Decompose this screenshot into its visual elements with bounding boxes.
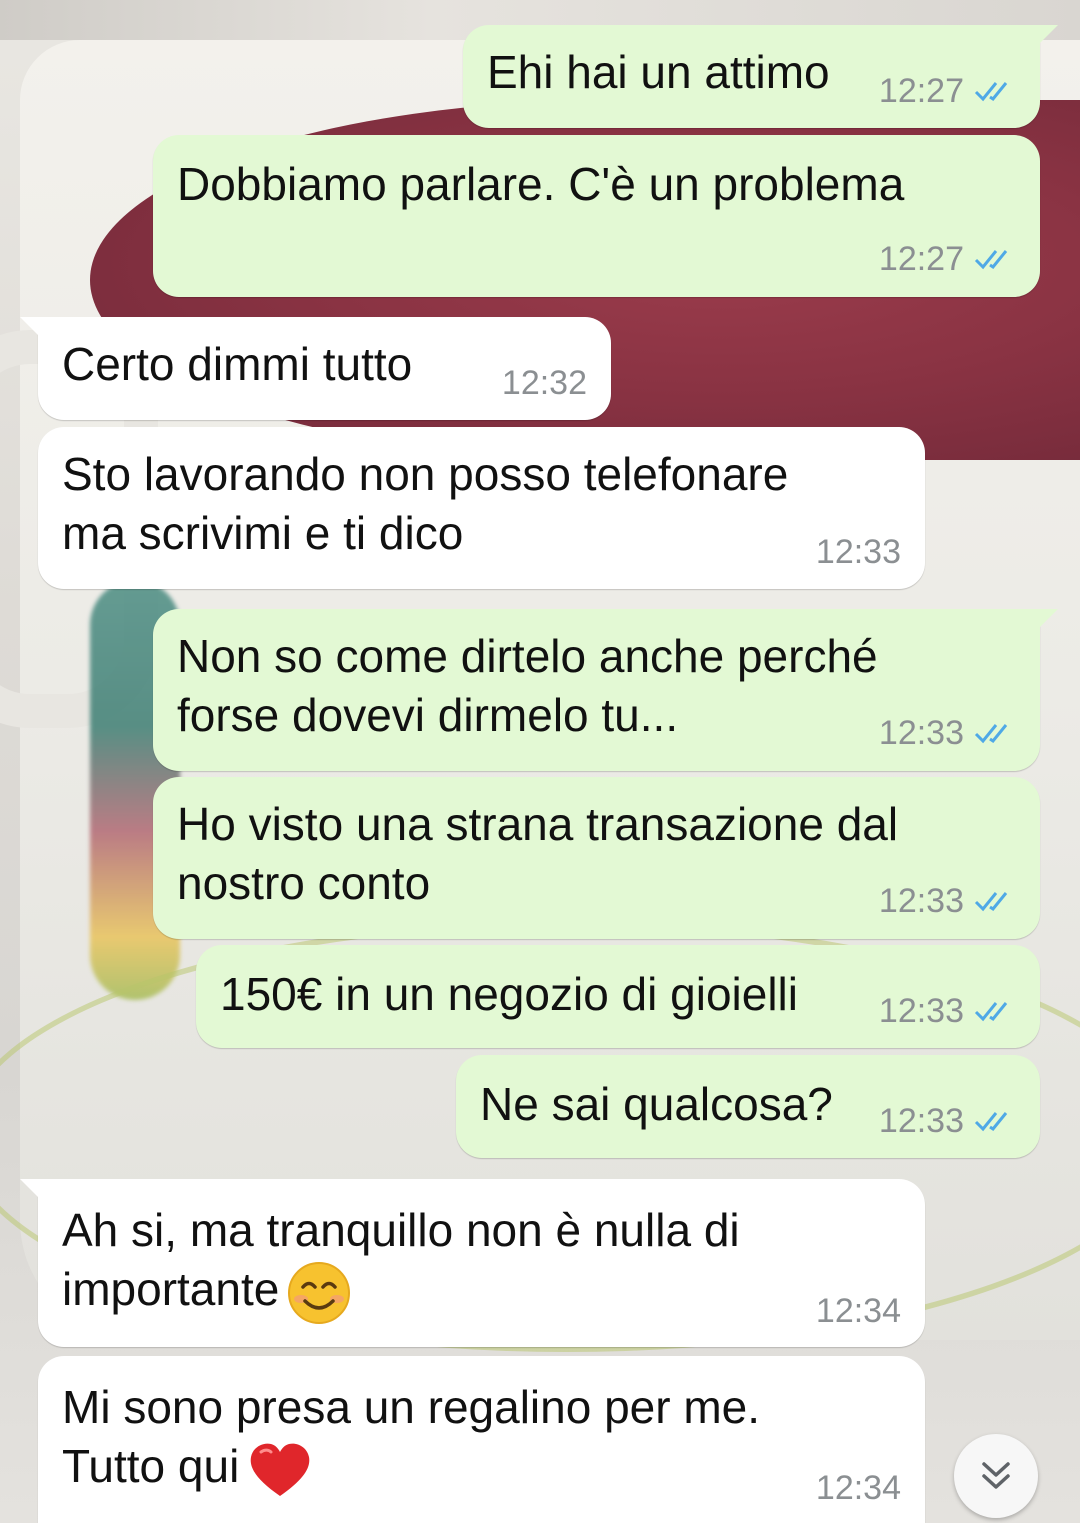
message-text: Ne sai qualcosa? <box>480 1078 833 1130</box>
message-time: 12:32 <box>501 364 587 402</box>
message-text: Ho visto una strana transazione dal nost… <box>177 798 899 909</box>
message-text: 150€ in un negozio di gioielli <box>220 968 798 1020</box>
message-time: 12:33 <box>878 882 964 920</box>
message-bubble-outgoing[interactable]: 150€ in un negozio di gioielli 12:33 <box>196 945 1040 1048</box>
message-meta: 12:27 <box>879 71 1018 111</box>
message-bubble-outgoing[interactable]: Ho visto una strana transazione dal nost… <box>153 777 1040 939</box>
message-time: 12:33 <box>878 1102 964 1140</box>
message-text: Mi sono presa un regalino per me. Tutto … <box>62 1378 760 1500</box>
message-bubble-outgoing[interactable]: Dobbiamo parlare. C'è un problema 12:27 <box>153 135 1040 297</box>
message-text: Ehi hai un attimo <box>487 46 830 98</box>
message-time: 12:33 <box>878 714 964 752</box>
message-time: 12:27 <box>878 240 964 278</box>
message-bubble-incoming[interactable]: Mi sono presa un regalino per me. Tutto … <box>38 1356 925 1523</box>
message-text: Non so come dirtelo anche perché forse d… <box>177 630 878 741</box>
red-heart-emoji-icon <box>251 1443 310 1496</box>
double-check-icon <box>974 250 1008 270</box>
message-bubble-outgoing[interactable]: Ne sai qualcosa? 12:33 <box>456 1055 1040 1158</box>
message-time: 12:33 <box>815 533 901 571</box>
message-text-content: Mi sono presa un regalino per me. Tutto … <box>62 1381 761 1492</box>
message-text: Sto lavorando non posso telefonare ma sc… <box>62 448 789 559</box>
message-time: 12:33 <box>878 992 964 1030</box>
message-text: Dobbiamo parlare. C'è un problema <box>177 158 905 210</box>
message-meta: 12:33 <box>879 881 1018 921</box>
message-meta: 12:32 <box>502 363 587 403</box>
double-check-icon <box>974 724 1008 744</box>
message-bubble-incoming[interactable]: Certo dimmi tutto 12:32 <box>20 317 611 420</box>
message-text: Certo dimmi tutto <box>62 338 413 390</box>
message-text: Ah si, ma tranquillo non è nulla di impo… <box>62 1201 740 1325</box>
message-meta: 12:33 <box>816 532 901 572</box>
scroll-to-bottom-button[interactable] <box>954 1434 1038 1518</box>
double-check-icon <box>974 1112 1008 1132</box>
message-bubble-outgoing[interactable]: Ehi hai un attimo 12:27 <box>463 25 1058 128</box>
message-bubble-incoming[interactable]: Sto lavorando non posso telefonare ma sc… <box>38 427 925 589</box>
message-time: 12:34 <box>815 1292 901 1330</box>
message-meta: 12:34 <box>816 1468 901 1508</box>
message-time: 12:27 <box>878 72 964 110</box>
message-meta: 12:27 <box>879 239 1018 279</box>
message-time: 12:34 <box>815 1469 901 1507</box>
double-check-icon <box>974 82 1008 102</box>
double-chevron-down-icon <box>982 1462 1010 1489</box>
message-meta: 12:33 <box>879 1101 1018 1141</box>
double-check-icon <box>974 892 1008 912</box>
message-meta: 12:34 <box>816 1291 901 1331</box>
message-meta: 12:33 <box>879 991 1018 1031</box>
double-check-icon <box>974 1002 1008 1022</box>
smiling-face-emoji-icon <box>288 1261 351 1324</box>
message-meta: 12:33 <box>879 713 1018 753</box>
message-bubble-incoming[interactable]: Ah si, ma tranquillo non è nulla di impo… <box>20 1179 925 1347</box>
message-text-content: Ah si, ma tranquillo non è nulla di impo… <box>62 1204 740 1315</box>
message-bubble-outgoing[interactable]: Non so come dirtelo anche perché forse d… <box>153 609 1058 771</box>
